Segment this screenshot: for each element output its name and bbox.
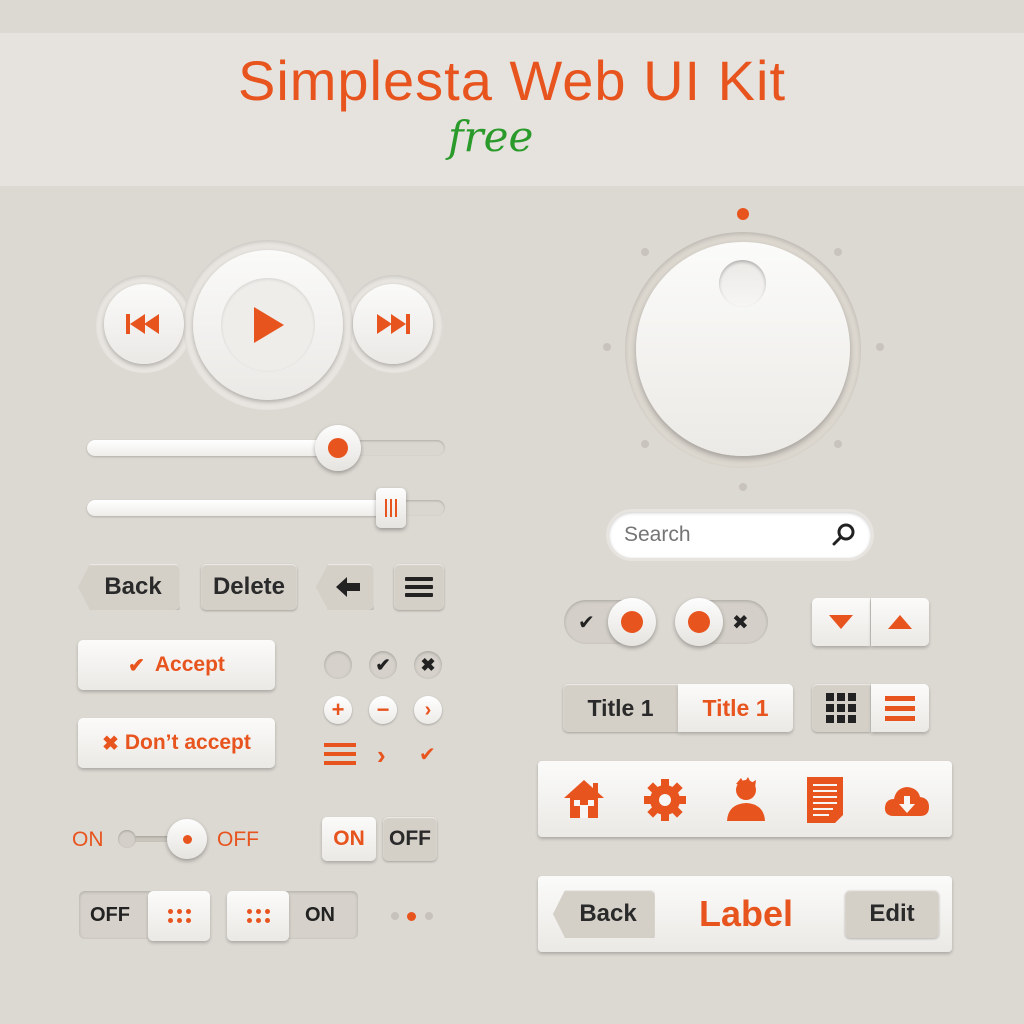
- knob-tick: [834, 248, 842, 256]
- page-dot-active[interactable]: [407, 912, 416, 921]
- segment-off[interactable]: OFF: [383, 817, 437, 861]
- toggle-on-label: ON: [72, 828, 104, 851]
- page-subtitle: free: [448, 112, 534, 161]
- back-button[interactable]: Back: [78, 564, 180, 610]
- minus-icon: −: [376, 697, 390, 722]
- grip-icon: [246, 909, 270, 923]
- home-icon[interactable]: [562, 778, 606, 820]
- check-icon: ✔: [578, 612, 595, 634]
- segment-off-label: OFF: [389, 827, 431, 850]
- check-icon[interactable]: ✔: [419, 742, 436, 767]
- play-icon: [254, 307, 284, 343]
- up-button[interactable]: [871, 598, 929, 646]
- page-dot[interactable]: [425, 912, 433, 920]
- knob-tick: [876, 343, 884, 351]
- chevron-right-icon: ›: [424, 698, 432, 721]
- check-icon: ✔: [375, 654, 391, 675]
- rect-slider-fill: [87, 500, 392, 516]
- close-icon: ✖: [732, 612, 749, 634]
- dont-accept-button-label: Don’t accept: [124, 731, 251, 754]
- toggle-thumb[interactable]: [167, 819, 207, 859]
- arrow-left-icon: [336, 577, 360, 597]
- accept-button[interactable]: ✔ Accept: [78, 640, 275, 690]
- navbar-back-label: Back: [579, 900, 637, 927]
- search-input[interactable]: [624, 520, 824, 550]
- menu-icon: [405, 577, 433, 597]
- next-button[interactable]: [353, 284, 433, 364]
- toggle-off-label: OFF: [217, 828, 259, 851]
- close-icon: ✖: [420, 654, 436, 675]
- gear-icon[interactable]: [643, 778, 687, 822]
- toggle-off-stop: [118, 830, 136, 848]
- add-button[interactable]: +: [324, 696, 352, 724]
- switch-off-knob[interactable]: [148, 891, 210, 941]
- knob-grip: [719, 260, 766, 307]
- tab-label: Title 1: [702, 694, 769, 721]
- back-icon-button[interactable]: [316, 564, 374, 610]
- navbar-edit-button[interactable]: Edit: [845, 890, 939, 938]
- list-view-button[interactable]: [871, 684, 929, 732]
- triangle-down-icon: [829, 615, 853, 629]
- grip-icon: [167, 909, 191, 923]
- document-icon[interactable]: [807, 777, 843, 823]
- segment-on[interactable]: ON: [322, 817, 376, 861]
- check-icon: ✔: [128, 654, 145, 677]
- knob-tick: [641, 248, 649, 256]
- knob-tick: [739, 483, 747, 491]
- skip-forward-icon: [377, 314, 410, 334]
- knob-indicator-active: [737, 208, 749, 220]
- down-button[interactable]: [812, 598, 870, 646]
- tab-title-2[interactable]: Title 1: [678, 684, 793, 732]
- grid-view-button[interactable]: [812, 684, 870, 732]
- knob-tick: [834, 440, 842, 448]
- close-icon: ✖: [102, 732, 119, 755]
- delete-button[interactable]: Delete: [201, 564, 297, 610]
- round-slider-fill: [87, 440, 338, 456]
- page-dot[interactable]: [391, 912, 399, 920]
- triangle-up-icon: [888, 615, 912, 629]
- back-button-label: Back: [104, 573, 162, 600]
- navbar-title: Label: [698, 893, 794, 934]
- chevron-right-icon[interactable]: ›: [377, 740, 386, 771]
- grid-icon: [826, 693, 856, 723]
- delete-button-label: Delete: [212, 573, 286, 600]
- tab-label: Title 1: [587, 694, 654, 721]
- remove-button[interactable]: −: [369, 696, 397, 724]
- round-slider-thumb[interactable]: [314, 425, 361, 471]
- radio-empty[interactable]: [324, 651, 352, 679]
- checkbox-checked[interactable]: ✔: [369, 651, 397, 679]
- dont-accept-button[interactable]: ✖ Don’t accept: [78, 718, 275, 768]
- switch-on-label: ON: [305, 904, 335, 926]
- skip-back-icon: [126, 314, 159, 334]
- next-small-button[interactable]: ›: [414, 696, 442, 724]
- accept-button-label: Accept: [154, 653, 225, 676]
- cross-toggle-thumb[interactable]: [675, 598, 723, 646]
- navbar-edit-label: Edit: [869, 900, 915, 927]
- search-icon[interactable]: [832, 522, 856, 546]
- check-toggle-thumb[interactable]: [608, 598, 656, 646]
- navbar-back-button[interactable]: Back: [553, 890, 655, 938]
- prev-button[interactable]: [104, 284, 184, 364]
- cloud-download-icon[interactable]: [884, 782, 930, 818]
- play-button[interactable]: [193, 250, 343, 400]
- rect-slider-thumb[interactable]: [376, 488, 407, 528]
- checkbox-crossed[interactable]: ✖: [414, 651, 442, 679]
- switch-on-knob[interactable]: [227, 891, 289, 941]
- knob-tick: [603, 343, 611, 351]
- segment-on-label: ON: [333, 827, 365, 850]
- switch-off-label: OFF: [90, 904, 130, 926]
- tab-title-1[interactable]: Title 1: [563, 684, 678, 732]
- menu-button[interactable]: [394, 564, 444, 610]
- user-icon[interactable]: [723, 776, 769, 822]
- page-title: Simplesta Web UI Kit: [237, 49, 787, 112]
- list-icon: [885, 696, 915, 721]
- plus-icon: +: [331, 697, 345, 722]
- knob-tick: [641, 440, 649, 448]
- list-icon[interactable]: [324, 742, 356, 766]
